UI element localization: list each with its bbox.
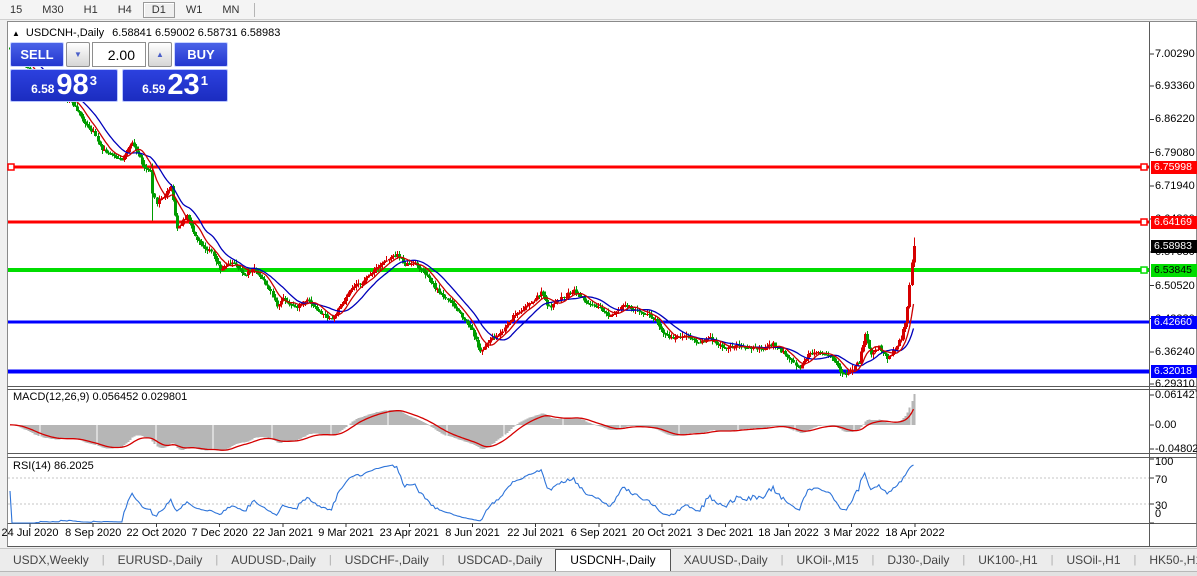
mt4-window: 15M30H1H4D1W1MN ▲USDCNH-,Daily6.58841 6.… <box>0 0 1197 576</box>
tab-audusd-daily[interactable]: AUDUSD-,Daily <box>218 550 329 570</box>
macd-axis-label: -0.048025 <box>1155 443 1197 455</box>
tab-usdchf-daily[interactable]: USDCHF-,Daily <box>332 550 442 570</box>
price-tick-label: 6.36240 <box>1155 346 1195 358</box>
chevron-down-icon: ▼ <box>74 50 82 59</box>
date-tick-label: 23 Apr 2021 <box>380 527 439 539</box>
chart-symbol-label: USDCNH-,Daily <box>26 27 104 39</box>
rsi-axis-label: 0 <box>1155 508 1161 520</box>
date-tick-label: 3 Mar 2022 <box>824 527 880 539</box>
date-tick-label: 8 Jun 2021 <box>445 527 499 539</box>
date-tick-label: 6 Sep 2021 <box>571 527 627 539</box>
price-line-badge: 6.32018 <box>1151 365 1197 378</box>
date-tick-label: 22 Jul 2021 <box>507 527 564 539</box>
buy-price-small: 6.59 <box>142 82 165 96</box>
chevron-up-icon: ▲ <box>156 50 164 59</box>
tab-hk50-h1[interactable]: HK50-,H1 <box>1136 550 1197 570</box>
date-tick-label: 22 Jan 2021 <box>253 527 314 539</box>
sell-price-display[interactable]: 6.58 98 3 <box>10 69 118 102</box>
tab-xauusd-daily[interactable]: XAUUSD-,Daily <box>671 550 781 570</box>
volume-input[interactable] <box>92 42 146 67</box>
buy-price-sup: 1 <box>201 73 208 88</box>
sell-price-small: 6.58 <box>31 82 54 96</box>
tab-usdx-weekly[interactable]: USDX,Weekly <box>0 550 102 570</box>
date-tick-label: 7 Dec 2020 <box>191 527 247 539</box>
date-tick-label: 18 Apr 2022 <box>885 527 944 539</box>
tab-ukoil-m15[interactable]: UKOil-,M15 <box>784 550 872 570</box>
price-tick-label: 6.93360 <box>1155 80 1195 92</box>
buy-button[interactable]: BUY <box>174 42 228 67</box>
date-tick-label: 3 Dec 2021 <box>697 527 753 539</box>
volume-increase-button[interactable]: ▲ <box>148 42 172 67</box>
line-handle <box>1141 164 1147 170</box>
tab-uk100-h1[interactable]: UK100-,H1 <box>965 550 1050 570</box>
sell-button[interactable]: SELL <box>10 42 64 67</box>
date-tick-label: 8 Sep 2020 <box>65 527 121 539</box>
tab-usdcad-daily[interactable]: USDCAD-,Daily <box>445 550 556 570</box>
date-tick-label: 22 Oct 2020 <box>126 527 186 539</box>
collapse-panel-icon[interactable]: ▲ <box>12 29 20 38</box>
price-line-badge: 6.64169 <box>1151 216 1197 229</box>
rsi-label: RSI(14) 86.2025 <box>13 460 94 472</box>
tab-usdcnh-daily[interactable]: USDCNH-,Daily <box>555 549 670 572</box>
one-click-trading-panel: SELL ▼ ▲ BUY 6.58 98 3 6.59 23 1 <box>10 42 228 102</box>
buy-price-big: 23 <box>167 71 199 100</box>
price-tick-label: 6.50520 <box>1155 280 1195 292</box>
price-tick-label: 6.79080 <box>1155 147 1195 159</box>
tab-dj30-daily[interactable]: DJ30-,Daily <box>874 550 962 570</box>
macd-label: MACD(12,26,9) 0.056452 0.029801 <box>13 391 187 403</box>
current-price-badge: 6.58983 <box>1151 240 1197 253</box>
sell-price-big: 98 <box>56 71 88 100</box>
price-tick-label: 6.86220 <box>1155 113 1195 125</box>
price-line-badge: 6.75998 <box>1151 161 1197 174</box>
line-handle <box>1141 267 1147 273</box>
price-line-badge: 6.53845 <box>1151 264 1197 277</box>
volume-decrease-button[interactable]: ▼ <box>66 42 90 67</box>
line-handle <box>8 164 14 170</box>
price-tick-label: 7.00290 <box>1155 48 1195 60</box>
price-tick-label: 6.71940 <box>1155 180 1195 192</box>
price-line-badge: 6.42660 <box>1151 316 1197 329</box>
date-tick-label: 18 Jan 2022 <box>758 527 819 539</box>
window-bottom-edge <box>0 571 1197 576</box>
line-handle <box>1141 219 1147 225</box>
symbol-tab-bar: USDX,Weekly|EURUSD-,Daily|AUDUSD-,Daily|… <box>0 548 1197 571</box>
macd-axis-label: 0.061427 <box>1155 389 1197 401</box>
buy-price-display[interactable]: 6.59 23 1 <box>122 69 228 102</box>
sell-price-sup: 3 <box>90 73 97 88</box>
rsi-axis-label: 100 <box>1155 456 1173 468</box>
rsi-axis-label: 70 <box>1155 474 1167 486</box>
date-tick-label: 24 Jul 2020 <box>2 527 59 539</box>
date-tick-label: 20 Oct 2021 <box>632 527 692 539</box>
macd-axis-label: 0.00 <box>1155 419 1176 431</box>
tab-eurusd-daily[interactable]: EURUSD-,Daily <box>105 550 216 570</box>
chart-ohlc-values: 6.58841 6.59002 6.58731 6.58983 <box>112 27 280 39</box>
tab-usoil-h1[interactable]: USOil-,H1 <box>1054 550 1134 570</box>
date-tick-label: 9 Mar 2021 <box>318 527 374 539</box>
chart-title: ▲ USDCNH-,Daily 6.58841 6.59002 6.58731 6.… <box>12 27 280 39</box>
